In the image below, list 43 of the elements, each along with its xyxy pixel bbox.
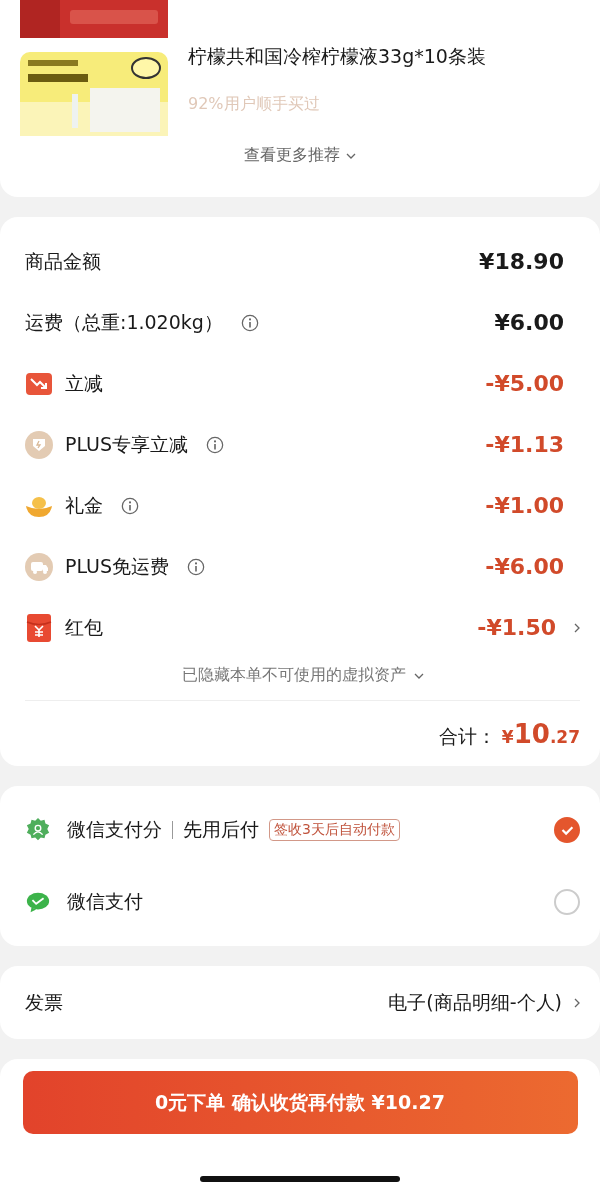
invoice-value[interactable]: 电子(商品明细-个人) — [388, 989, 562, 1016]
fee-label: 礼金 — [65, 492, 103, 518]
fee-amount: -¥1.00 — [485, 493, 564, 518]
total-integer: 10 — [513, 719, 550, 749]
fee-amount: ¥18.90 — [479, 249, 564, 274]
fee-amount: -¥1.13 — [485, 432, 564, 457]
fee-label: PLUS免运费 — [65, 553, 170, 579]
fee-label: PLUS专享立减 — [65, 431, 189, 457]
payment-subtitle: 先用后付 — [183, 817, 259, 842]
chevron-down-icon — [413, 672, 424, 679]
total-decimal: .27 — [549, 727, 580, 747]
fee-amount: -¥6.00 — [485, 554, 564, 579]
info-icon[interactable] — [240, 313, 259, 332]
fee-amount: -¥5.00 — [485, 371, 564, 396]
chevron-down-icon — [346, 152, 356, 159]
fee-amount: -¥1.50 — [477, 615, 556, 640]
fee-label: 运费（总重:1.020kg） — [25, 309, 223, 335]
chevron-right-icon[interactable] — [574, 997, 580, 1008]
submit-order-button[interactable]: 0元下单 确认收货再付款 ¥10.27 — [22, 1071, 578, 1134]
hidden-assets-toggle[interactable]: 已隐藏本单不可使用的虚拟资产 — [25, 664, 580, 701]
more-recommendations-link[interactable]: 查看更多推荐 — [238, 144, 362, 167]
radio-button[interactable] — [554, 889, 580, 915]
fee-label: 商品金额 — [25, 248, 101, 274]
product-title[interactable]: 柠檬共和国冷榨柠檬液33g*10条装 — [188, 44, 486, 70]
envelope-icon — [25, 613, 53, 642]
invoice-label: 发票 — [25, 989, 63, 1015]
purchase-stat: 92%用户顺手买过 — [188, 94, 321, 115]
truck-icon — [25, 552, 53, 581]
payment-tag: 签收3天后自动付款 — [269, 819, 400, 841]
chevron-right-icon[interactable] — [574, 622, 580, 633]
total-label: 合计： — [438, 724, 496, 749]
info-icon[interactable] — [187, 557, 206, 576]
shield-icon — [25, 430, 53, 459]
payment-name: 微信支付分 — [67, 817, 162, 842]
fee-label: 立减 — [65, 370, 103, 396]
info-icon[interactable] — [121, 496, 139, 515]
badge-icon — [25, 817, 51, 843]
fee-label: 红包 — [65, 614, 103, 640]
fee-amount: ¥6.00 — [494, 310, 564, 335]
payment-name: 微信支付 — [67, 889, 143, 914]
radio-button[interactable] — [554, 817, 580, 843]
info-icon[interactable] — [206, 435, 225, 454]
total-currency: ¥ — [501, 727, 514, 747]
